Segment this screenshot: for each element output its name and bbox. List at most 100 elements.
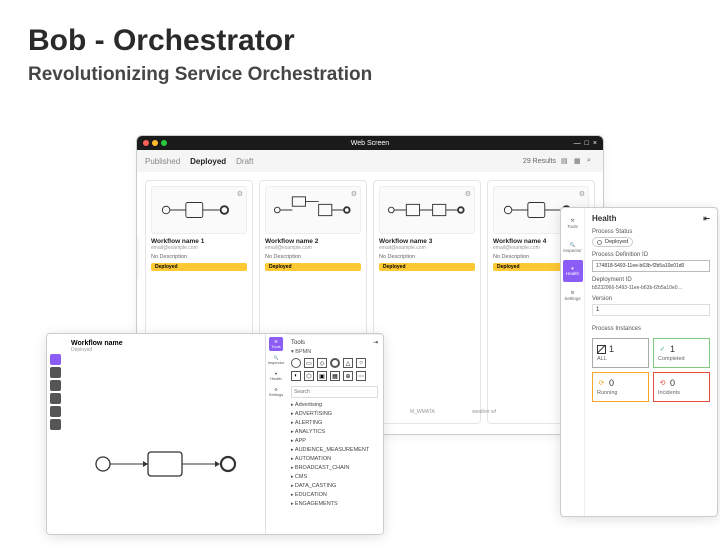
- tools-title: Tools: [291, 340, 305, 346]
- category-item[interactable]: ANALYTICS: [291, 427, 378, 436]
- health-title: Health: [592, 214, 616, 223]
- workflow-status: Deployed: [71, 347, 123, 353]
- more-icon[interactable]: ⋯: [356, 371, 366, 381]
- category-item[interactable]: AUDIENCE_MEASUREMENT: [291, 445, 378, 454]
- nav-item[interactable]: [50, 393, 61, 404]
- editor-canvas[interactable]: Workflow name Deployed: [63, 334, 265, 534]
- card-email: email@example.com: [265, 245, 361, 251]
- close-win-icon[interactable]: ×: [593, 140, 597, 147]
- card-email: email@example.com: [379, 245, 475, 251]
- category-item[interactable]: EDUCATION: [291, 490, 378, 499]
- maximize-icon[interactable]: [161, 140, 167, 146]
- settings-tab[interactable]: ⚙Settings: [563, 284, 583, 306]
- end-event-icon[interactable]: [330, 358, 340, 368]
- page-title: Bob - Orchestrator: [28, 24, 692, 58]
- search-icon[interactable]: ⌕: [587, 157, 595, 165]
- status-pill: Deployed: [592, 237, 633, 247]
- list-view-icon[interactable]: ▤: [561, 157, 569, 165]
- pin-icon[interactable]: ⇤: [703, 214, 710, 223]
- tabs-bar: Published Deployed Draft 29 Results ▤ ▦ …: [137, 150, 603, 172]
- category-item[interactable]: Advertising: [291, 400, 378, 409]
- nav-item[interactable]: [50, 406, 61, 417]
- shape-icon[interactable]: ▦: [330, 371, 340, 381]
- close-icon[interactable]: [143, 140, 149, 146]
- gateway-icon[interactable]: ◇: [317, 358, 327, 368]
- hero-header: Bob - Orchestrator Revolutionizing Servi…: [0, 0, 720, 98]
- nav-item[interactable]: [50, 367, 61, 378]
- card-desc: No Description: [379, 254, 475, 260]
- start-event-icon[interactable]: [291, 358, 301, 368]
- definition-id-value[interactable]: 174818-5493-11ee-b63b-f2b5a10e01d0: [592, 260, 710, 272]
- editor-nav-rail: [47, 334, 63, 534]
- gear-icon[interactable]: ⚙: [351, 190, 357, 198]
- status-badge: Deployed: [265, 263, 361, 271]
- shape-icon[interactable]: △: [343, 358, 353, 368]
- settings-tab[interactable]: ⚙Settings: [269, 385, 283, 399]
- status-label: Process Status: [592, 229, 710, 235]
- category-item[interactable]: ADVERTISING: [291, 409, 378, 418]
- bpmn-section[interactable]: ▾ BPMN: [291, 349, 378, 355]
- shape-icon[interactable]: ⬡: [304, 371, 314, 381]
- category-list: Advertising ADVERTISING ALERTING ANALYTI…: [291, 400, 378, 508]
- status-dot-icon: [597, 240, 602, 245]
- workflow-card[interactable]: ⚙ Workflow name 3 email@example.com No D…: [373, 180, 481, 424]
- gear-icon[interactable]: ⚙: [465, 190, 471, 198]
- page-subtitle: Revolutionizing Service Orchestration: [28, 64, 692, 86]
- definition-id-label: Process Definition ID: [592, 252, 710, 258]
- tools-search-input[interactable]: [291, 386, 378, 398]
- category-item[interactable]: CMS: [291, 472, 378, 481]
- version-label: Version: [592, 296, 710, 302]
- category-item[interactable]: AUTOMATION: [291, 454, 378, 463]
- health-tab[interactable]: ♥Health: [269, 369, 283, 383]
- category-item[interactable]: ENGAGEMENTS: [291, 499, 378, 508]
- grid-view-icon[interactable]: ▦: [574, 157, 582, 165]
- card-name: Workflow name 2: [265, 238, 361, 245]
- task-icon[interactable]: ▭: [304, 358, 314, 368]
- category-item[interactable]: ALERTING: [291, 418, 378, 427]
- instance-all[interactable]: 1 ALL: [592, 338, 649, 368]
- category-item[interactable]: DATA_CASTING: [291, 481, 378, 490]
- editor-window: Workflow name Deployed ⚒Tools 🔍Inspector…: [46, 333, 384, 535]
- inspector-tab[interactable]: 🔍Inspector: [269, 353, 283, 367]
- tab-deployed[interactable]: Deployed: [190, 157, 226, 166]
- inspector-tab[interactable]: 🔍Inspector: [563, 236, 583, 258]
- category-item[interactable]: APP: [291, 436, 378, 445]
- running-icon: ⟳: [597, 379, 606, 388]
- maximize-win-icon[interactable]: □: [585, 140, 589, 147]
- gear-icon[interactable]: ⚙: [579, 190, 585, 198]
- ide-button[interactable]: ▣IDE: [603, 172, 604, 188]
- pin-icon[interactable]: ⇥: [373, 339, 378, 346]
- window-title: Web Screen: [351, 140, 389, 147]
- traffic-lights[interactable]: [143, 140, 167, 146]
- shape-icon[interactable]: ◐: [291, 371, 301, 381]
- card-name: Workflow name 3: [379, 238, 475, 245]
- instance-incidents[interactable]: ⟲0 Incidents: [653, 372, 710, 402]
- nav-item[interactable]: [50, 354, 61, 365]
- shape-icon[interactable]: ▣: [317, 371, 327, 381]
- right-sidebar: ▣IDE ▽Filter: [603, 172, 604, 206]
- tab-draft[interactable]: Draft: [236, 157, 253, 166]
- tools-tab[interactable]: ⚒Tools: [269, 337, 283, 351]
- instance-running[interactable]: ⟳0 Running: [592, 372, 649, 402]
- shape-icon[interactable]: ⊕: [343, 371, 353, 381]
- nav-item[interactable]: [50, 380, 61, 391]
- window-controls[interactable]: — □ ×: [574, 140, 597, 147]
- bpmn-diagram[interactable]: [93, 444, 253, 484]
- card-email: email@example.com: [151, 245, 247, 251]
- tools-tab[interactable]: ⚒Tools: [563, 212, 583, 234]
- health-tab[interactable]: ♥Health: [563, 260, 583, 282]
- health-panel: ⚒Tools 🔍Inspector ♥Health ⚙Settings Heal…: [560, 207, 718, 517]
- minimize-win-icon[interactable]: —: [574, 140, 581, 147]
- all-icon: [597, 345, 606, 354]
- gear-icon[interactable]: ⚙: [237, 190, 243, 198]
- nav-item[interactable]: [50, 419, 61, 430]
- minimize-icon[interactable]: [152, 140, 158, 146]
- titlebar: Web Screen — □ ×: [137, 136, 603, 150]
- health-nav-rail: ⚒Tools 🔍Inspector ♥Health ⚙Settings: [561, 208, 585, 516]
- bg-workflow-label: M_WMATA: [410, 409, 435, 415]
- tab-published[interactable]: Published: [145, 157, 180, 166]
- filter-button[interactable]: ▽Filter: [603, 190, 604, 206]
- category-item[interactable]: BROADCAST_CHAIN: [291, 463, 378, 472]
- shape-icon[interactable]: ○: [356, 358, 366, 368]
- instance-completed[interactable]: ✓1 Completed: [653, 338, 710, 368]
